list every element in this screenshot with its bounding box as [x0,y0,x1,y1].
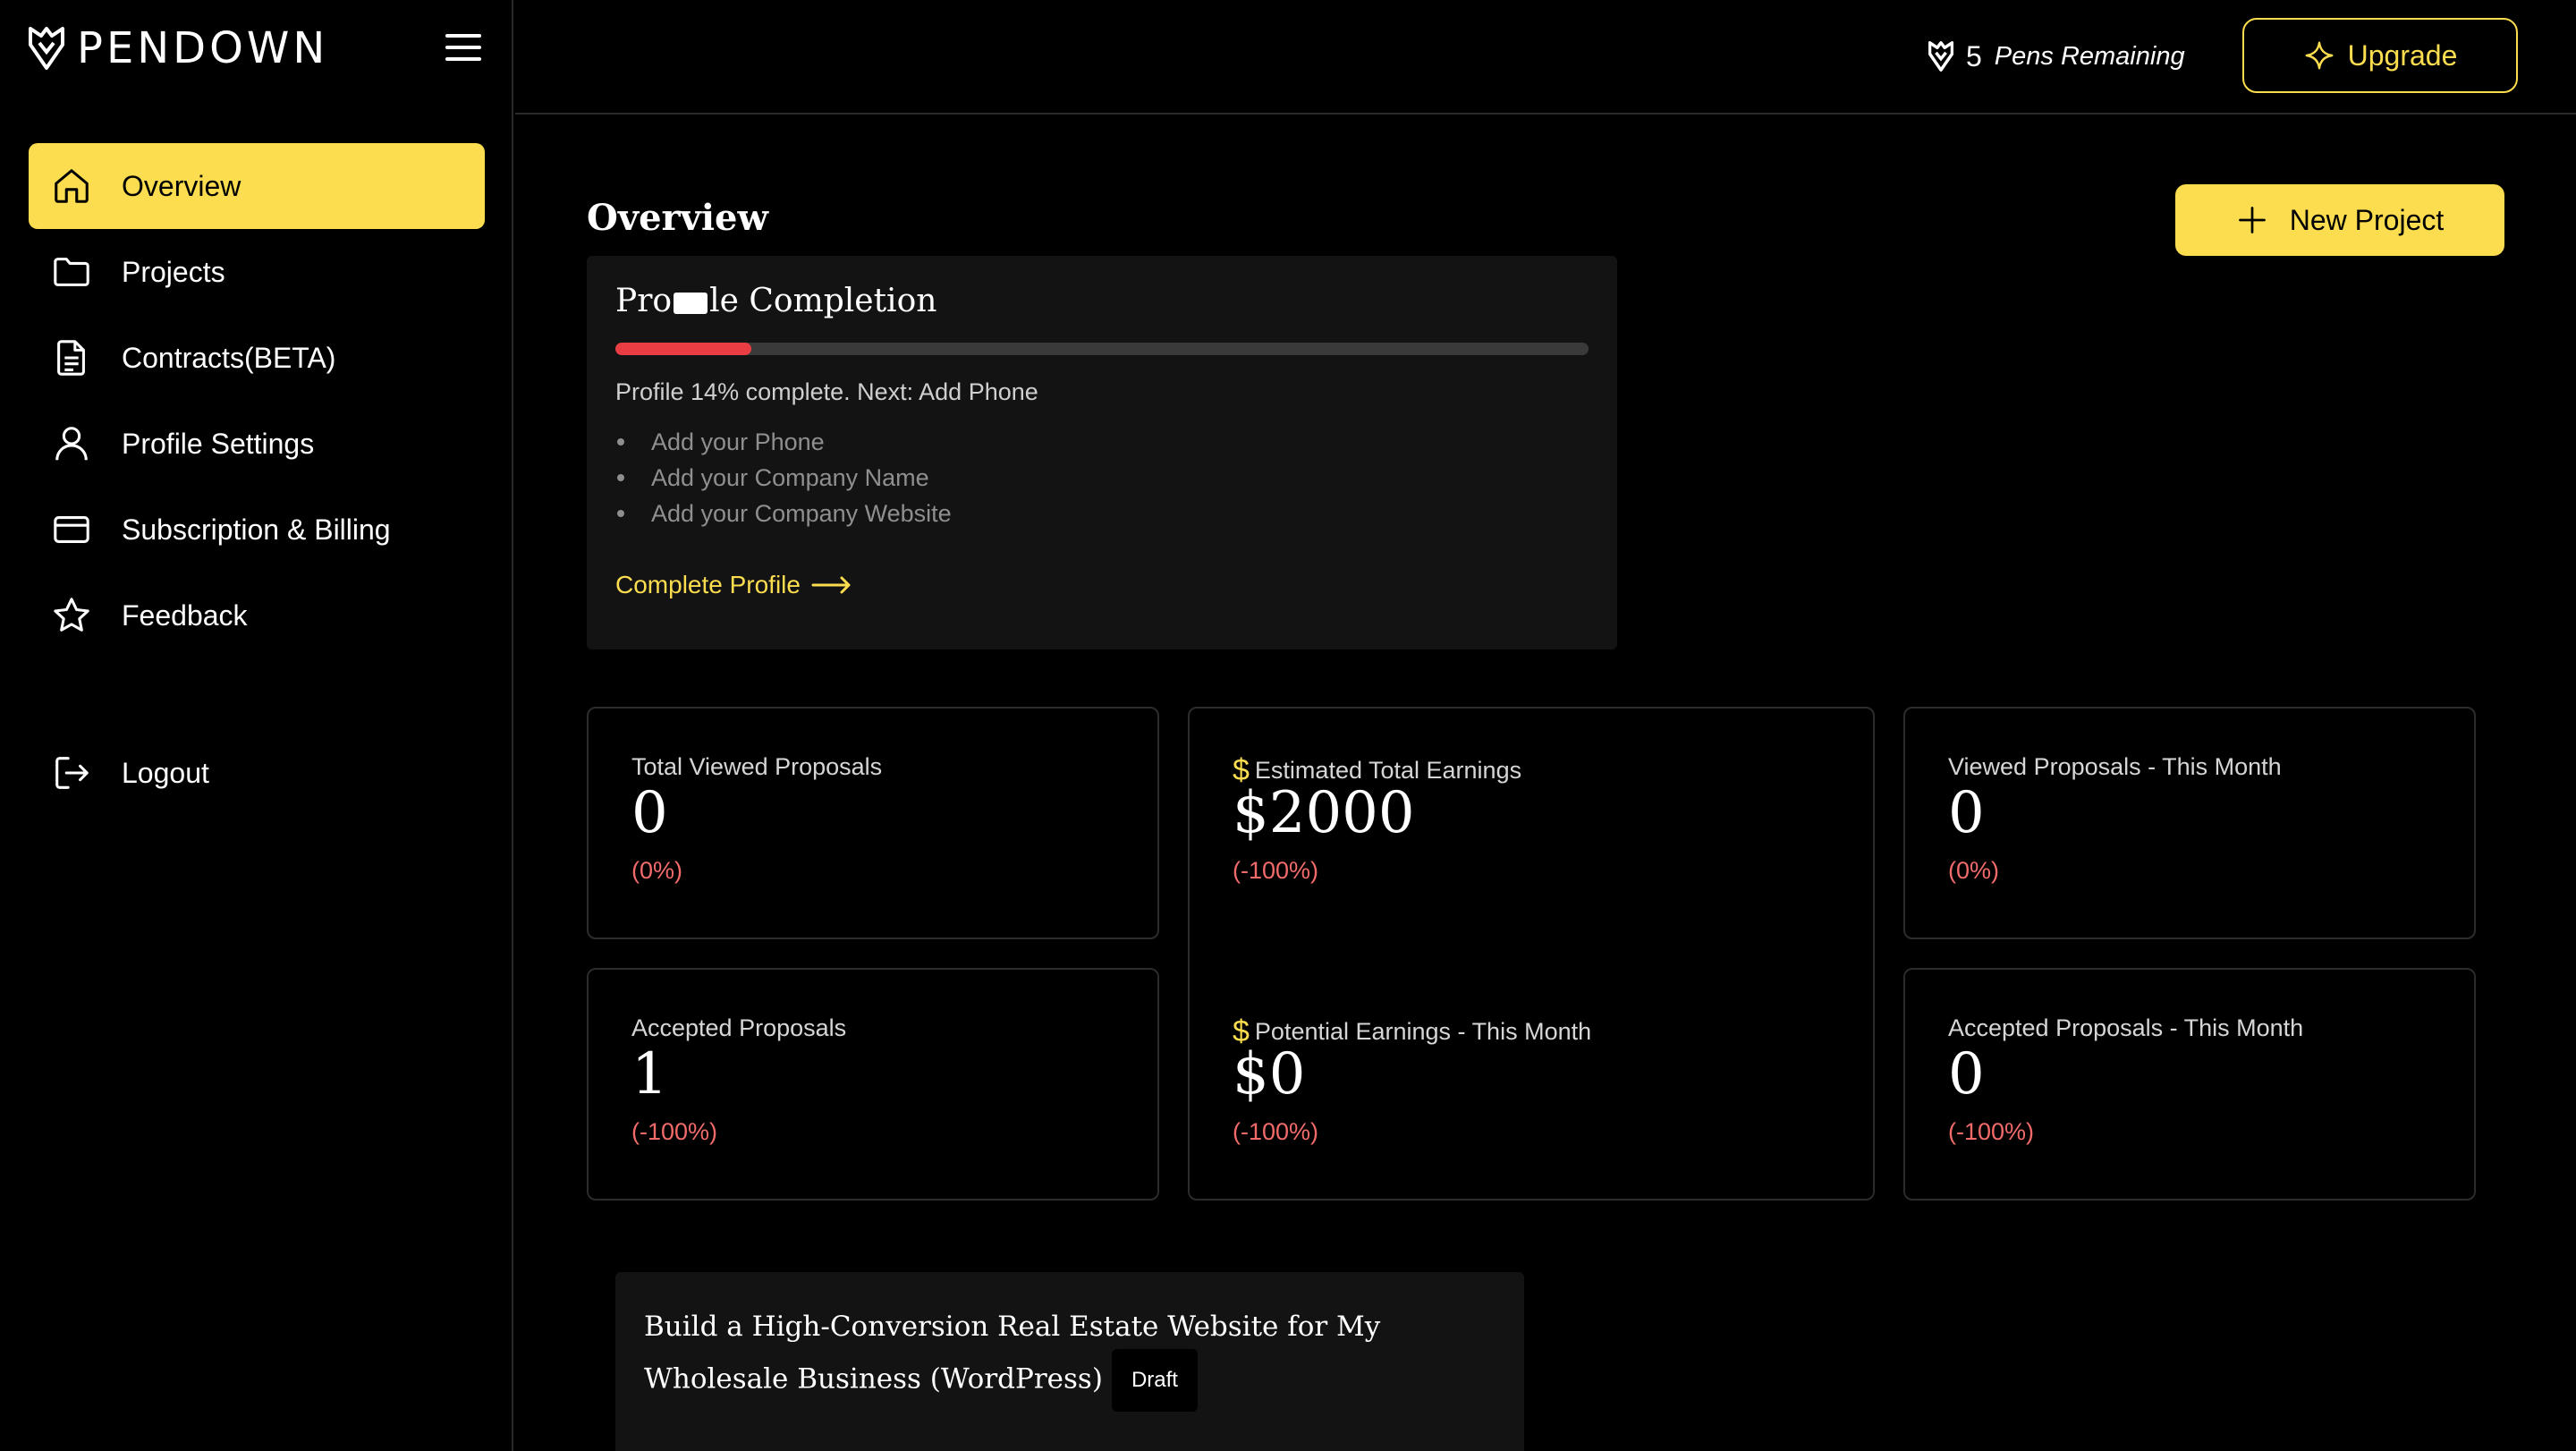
arrow-right-icon [811,576,851,594]
top-bar: 5 Pens Remaining Upgrade [515,0,2576,115]
sidebar-item-label: Contracts(BETA) [122,341,336,374]
pens-label: Pens Remaining [1994,41,2185,71]
profile-progress-bar [615,343,1589,355]
credit-card-icon [50,508,93,551]
menu-toggle-button[interactable] [445,34,481,63]
sidebar-item-projects[interactable]: Projects [29,229,485,315]
stat-label: Total Viewed Proposals [631,753,883,780]
stat-value: 0 [1948,1041,1985,1107]
stat-card-accepted: Accepted Proposals 1 (-100%) [587,968,1159,1201]
pens-count: 5 [1966,39,1982,72]
sidebar-item-logout[interactable]: Logout [29,730,485,816]
home-icon [50,165,93,208]
document-icon [50,336,93,379]
stat-change: (-100%) [1948,1118,2035,1145]
sidebar: PENDOWN Overview Projects Contracts(BETA… [0,0,513,1451]
star-icon [50,594,93,637]
stat-value: $0 [1233,1041,1306,1107]
sidebar-item-feedback[interactable]: Feedback [29,573,485,658]
page-title: Overview [587,197,768,239]
project-title: Build a High-Conversion Real Estate Webs… [644,1304,1485,1412]
stat-change: (-100%) [1233,1118,1319,1145]
stat-value: $2000 [1233,780,1415,846]
project-card[interactable]: Build a High-Conversion Real Estate Webs… [615,1272,1524,1451]
stat-label: Viewed Proposals - This Month [1948,753,2282,780]
stat-value: 0 [631,780,668,846]
new-project-label: New Project [2289,203,2445,236]
stat-value: 1 [631,1041,668,1107]
pendown-logo-icon [29,27,64,70]
sidebar-item-overview[interactable]: Overview [29,143,485,229]
stat-label: Accepted Proposals - This Month [1948,1014,2304,1041]
logout-icon [50,751,93,794]
sidebar-item-label: Projects [122,255,225,288]
sparkle-icon [2305,41,2334,70]
list-item: Add your Company Website [615,496,1589,531]
hamburger-icon [445,34,481,38]
status-badge: Draft [1111,1349,1198,1412]
stat-change: (0%) [1948,857,2000,884]
stat-change: (0%) [631,857,683,884]
sidebar-nav: Overview Projects Contracts(BETA) Profil… [29,143,485,816]
stat-card-viewed-month: Viewed Proposals - This Month 0 (0%) [1903,707,2476,939]
logout-label: Logout [122,756,209,789]
sidebar-item-label: Feedback [122,598,248,632]
stat-change: (-100%) [631,1118,718,1145]
folder-icon [50,250,93,293]
brand-logo[interactable]: PENDOWN [29,23,328,73]
sidebar-item-profile-settings[interactable]: Profile Settings [29,401,485,487]
sidebar-item-label: Subscription & Billing [122,513,391,546]
stat-change: (-100%) [1233,857,1319,884]
stat-card-total-viewed: Total Viewed Proposals 0 (0%) [587,707,1159,939]
sidebar-item-contracts[interactable]: Contracts(BETA) [29,315,485,401]
complete-profile-link[interactable]: Complete Profile [615,571,1589,599]
upgrade-button[interactable]: Upgrade [2242,18,2518,93]
stat-value: 0 [1948,780,1985,846]
sidebar-item-label: Profile Settings [122,427,315,460]
user-icon [50,422,93,465]
profile-progress-fill [615,343,752,355]
sidebar-item-subscription-billing[interactable]: Subscription & Billing [29,487,485,573]
stat-label: Accepted Proposals [631,1014,847,1041]
sidebar-item-label: Overview [122,169,242,202]
plus-icon [2238,207,2266,233]
pen-logo-icon [1928,41,1953,72]
profile-status-text: Profile 14% complete. Next: Add Phone [615,378,1038,405]
pens-remaining: 5 Pens Remaining [1928,34,2185,79]
complete-profile-label: Complete Profile [615,571,801,598]
list-item: Add your Company Name [615,460,1589,496]
list-item: Add your Phone [615,424,1589,460]
profile-todo-list: Add your Phone Add your Company Name Add… [615,424,1589,531]
upgrade-label: Upgrade [2347,38,2458,72]
stat-card-earnings: $ Estimated Total Earnings $2000 (-100%)… [1188,707,1875,1201]
stat-card-accepted-month: Accepted Proposals - This Month 0 (-100%… [1903,968,2476,1201]
profile-completion-title: Pro le Completion [615,283,937,319]
brand-name: PENDOWN [77,23,329,73]
profile-completion-card: Pro le Completion Profile 14% complete. N… [587,256,1617,649]
new-project-button[interactable]: New Project [2175,184,2504,256]
